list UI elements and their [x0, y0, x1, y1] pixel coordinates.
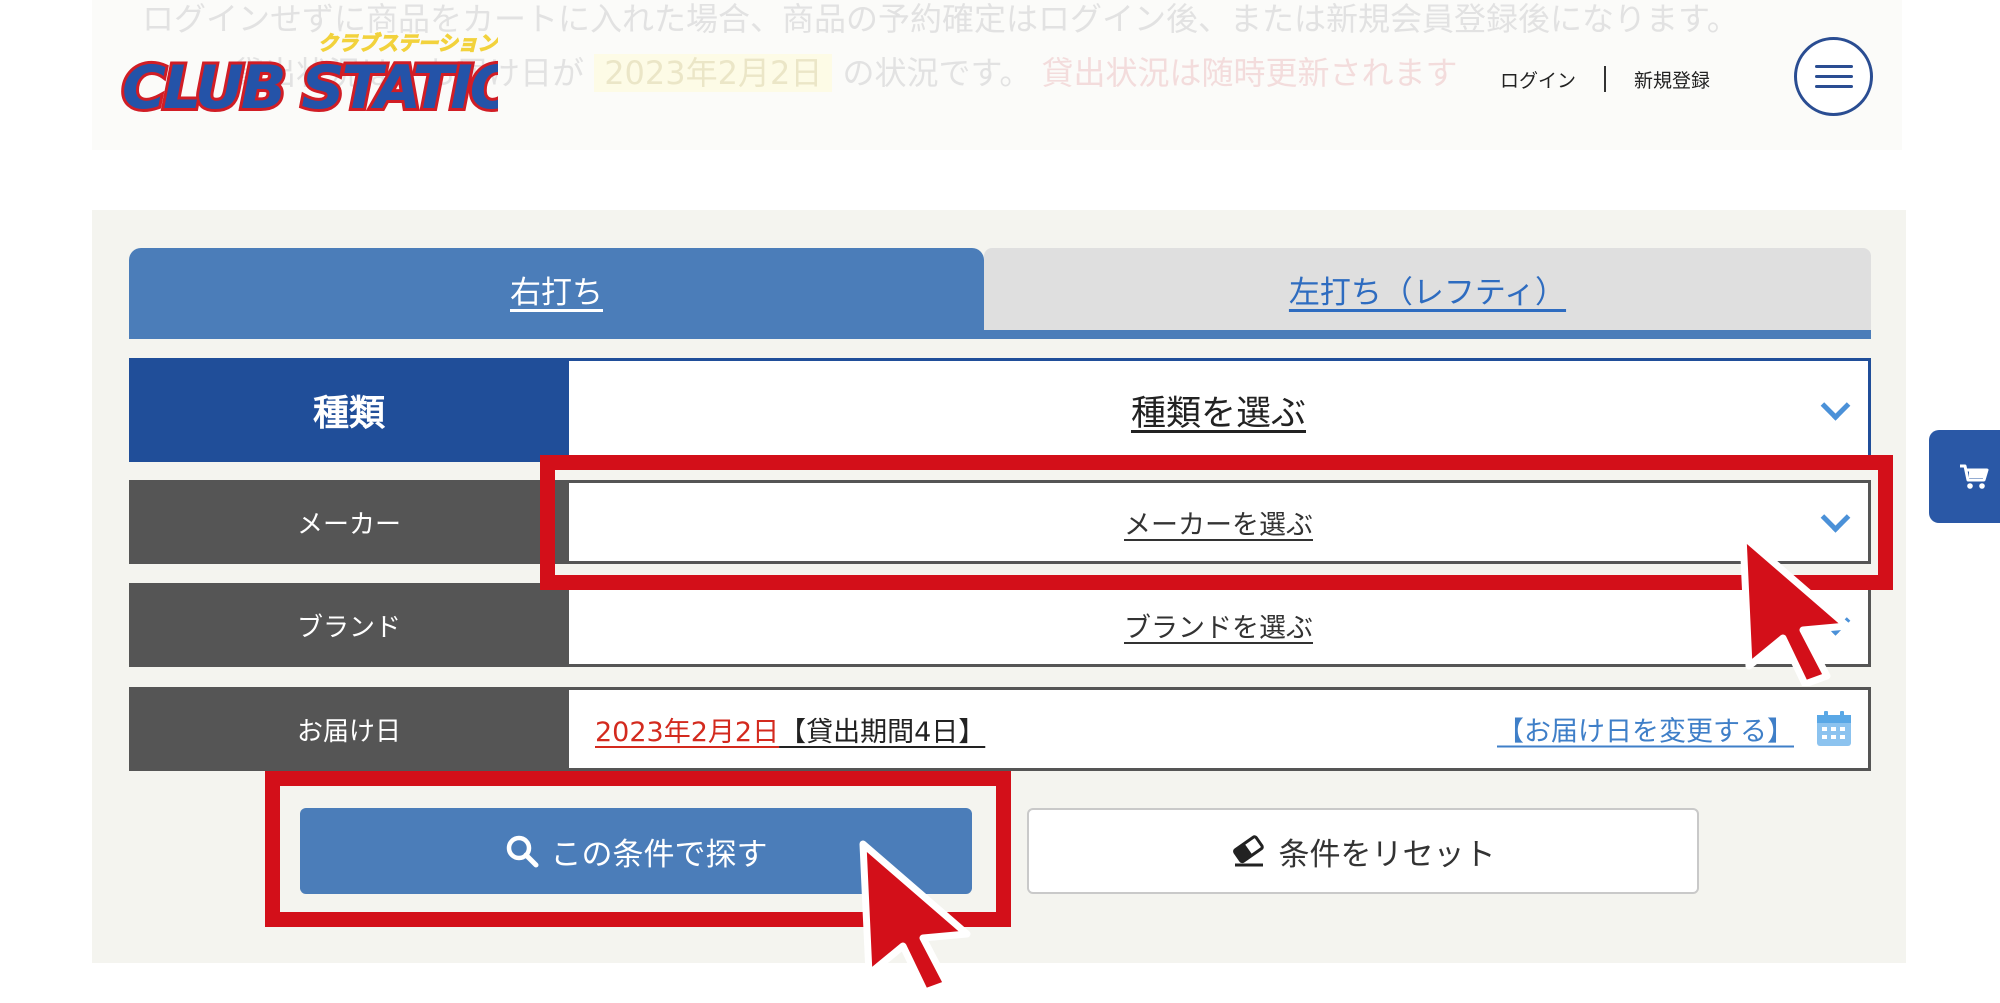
- delivery-date-field: 2023年2月2日 【貸出期間4日】 【お届け日を変更する】: [569, 687, 1871, 771]
- cart-icon: [1960, 464, 1989, 489]
- tab-left-handed[interactable]: 左打ち（レフティ）: [984, 248, 1871, 330]
- notice-suffix: の状況です。: [842, 54, 1032, 92]
- tab-underline: [129, 330, 1871, 339]
- hamburger-icon: [1814, 65, 1853, 88]
- hamburger-menu-button[interactable]: [1794, 37, 1873, 116]
- reset-button-label: 条件をリセット: [1278, 836, 1496, 873]
- type-select-text[interactable]: 種類を選ぶ: [1131, 385, 1306, 436]
- tab-right-handed[interactable]: 右打ち: [129, 248, 984, 330]
- handedness-tabs: 右打ち 左打ち（レフティ）: [129, 248, 1871, 343]
- search-icon: [506, 835, 538, 868]
- maker-select[interactable]: メーカーを選ぶ: [569, 480, 1871, 564]
- maker-label: メーカー: [129, 480, 569, 564]
- cart-tab[interactable]: [1929, 430, 2000, 523]
- header-links: ログイン 新規登録: [1500, 62, 1710, 96]
- logo-kana: クラブステーション: [318, 31, 498, 55]
- logo-text: CLUB STATION: [122, 53, 498, 123]
- chevron-down-icon: [1820, 605, 1851, 636]
- register-link[interactable]: 新規登録: [1634, 66, 1710, 93]
- brand-row: ブランド ブランドを選ぶ: [129, 583, 1871, 667]
- search-panel: 右打ち 左打ち（レフティ） 種類 種類を選ぶ メーカー メーカーを選ぶ ブランド…: [92, 210, 1906, 963]
- chevron-down-icon: [1820, 390, 1851, 421]
- brand-select-text[interactable]: ブランドを選ぶ: [1124, 606, 1313, 645]
- tab-left-handed-label: 左打ち（レフティ）: [1288, 274, 1567, 311]
- brand-select[interactable]: ブランドを選ぶ: [569, 583, 1871, 667]
- delivery-date-value[interactable]: 2023年2月2日: [595, 710, 779, 749]
- search-button[interactable]: この条件で探す: [300, 808, 972, 894]
- tab-right-handed-label: 右打ち: [510, 274, 603, 311]
- delivery-date-label: お届け日: [129, 687, 569, 771]
- eraser-icon: [1232, 835, 1264, 867]
- notice-red-text: 貸出状況は随時更新されます: [1041, 54, 1458, 92]
- delivery-date-row: お届け日 2023年2月2日 【貸出期間4日】 【お届け日を変更する】: [129, 687, 1871, 771]
- maker-select-text[interactable]: メーカーを選ぶ: [1124, 503, 1313, 542]
- change-date-link[interactable]: 【お届け日を変更する】: [1497, 710, 1794, 749]
- login-link[interactable]: ログイン: [1500, 66, 1576, 93]
- type-select[interactable]: 種類を選ぶ: [569, 358, 1871, 462]
- rental-period: 【貸出期間4日】: [779, 716, 986, 748]
- calendar-icon[interactable]: [1814, 709, 1854, 749]
- notice-date: 2023年2月2日: [594, 54, 833, 92]
- chevron-down-icon: [1820, 502, 1851, 533]
- maker-row: メーカー メーカーを選ぶ: [129, 480, 1871, 564]
- reset-button[interactable]: 条件をリセット: [1027, 808, 1699, 894]
- header-separator: [1604, 66, 1607, 92]
- brand-label: ブランド: [129, 583, 569, 667]
- search-button-label: この条件で探す: [550, 836, 768, 873]
- type-label: 種類: [129, 358, 569, 462]
- type-row: 種類 種類を選ぶ: [129, 358, 1871, 462]
- club-station-logo[interactable]: クラブステーション CLUB STATION: [118, 28, 573, 128]
